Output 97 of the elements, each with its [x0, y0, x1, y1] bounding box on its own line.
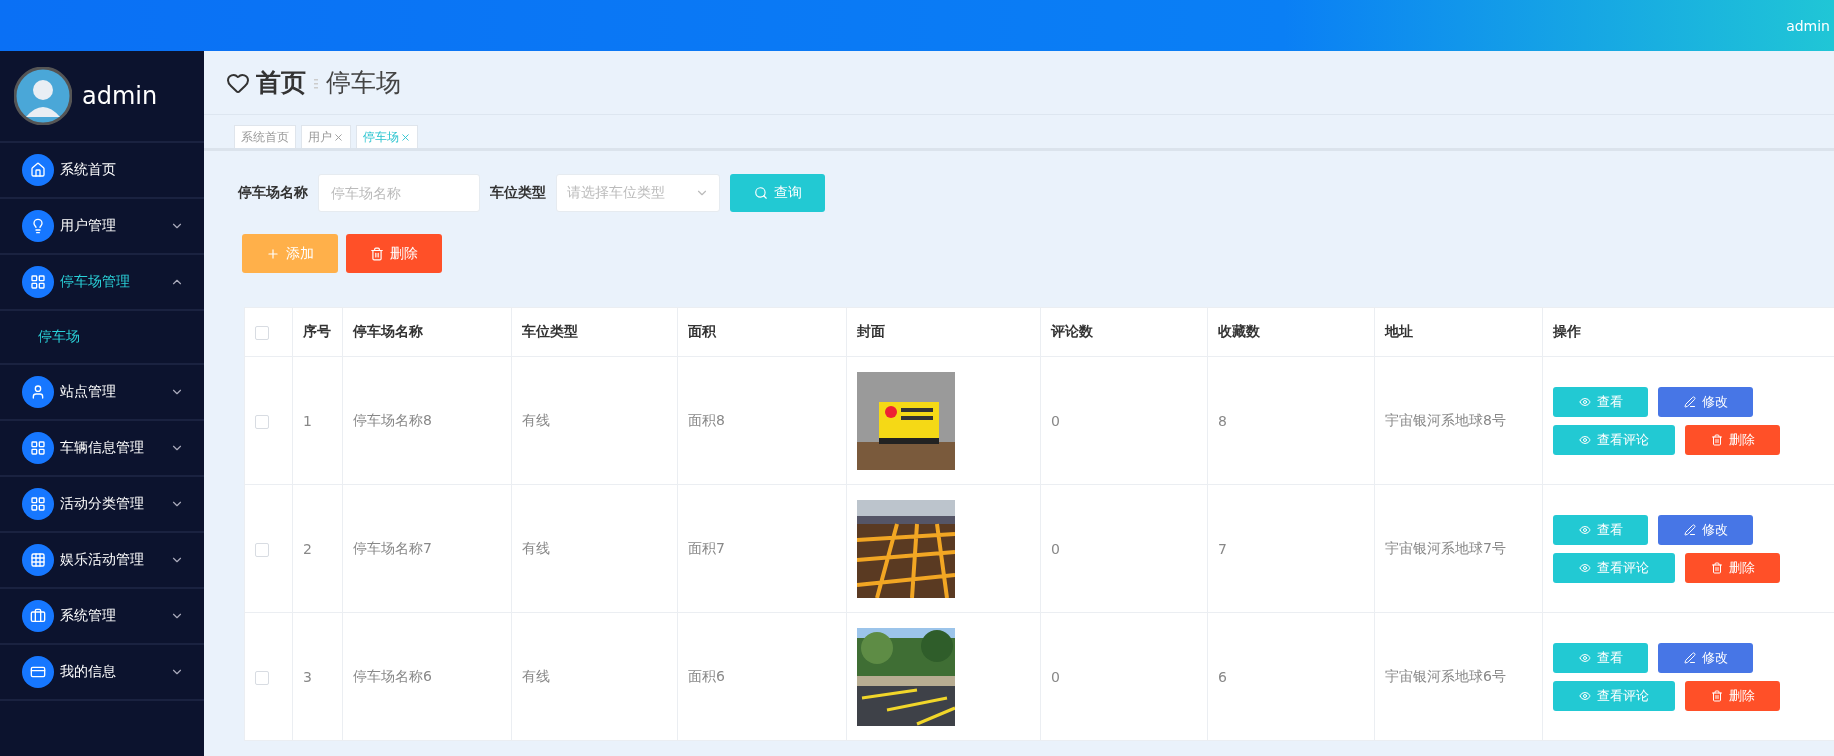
pen-icon [1683, 523, 1696, 536]
menu-icon [22, 266, 54, 298]
eye-icon [1579, 433, 1591, 446]
search-icon [753, 186, 768, 200]
view-button[interactable]: 查看 [1553, 642, 1648, 673]
column-header: 面积 [677, 307, 847, 357]
checkbox[interactable] [255, 542, 269, 557]
table-cell: 宇宙银河系地球7号 [1374, 484, 1543, 613]
menu-icon [22, 210, 54, 242]
trash-icon [1710, 689, 1723, 702]
table-cell: 0 [1040, 612, 1208, 741]
submenu-item[interactable]: 停车场 [0, 311, 204, 365]
table-cell: 宇宙银河系地球6号 [1374, 612, 1543, 741]
eye-icon [1579, 561, 1591, 574]
table-cell: 面积7 [677, 484, 847, 613]
eye-icon [1578, 523, 1591, 536]
checkbox[interactable] [255, 670, 269, 685]
edit-button[interactable]: 修改 [1658, 386, 1753, 417]
plus-icon [266, 246, 280, 261]
table-cell: 停车场名称6 [342, 612, 512, 741]
column-header: 序号 [292, 307, 343, 357]
column-header: 停车场名称 [342, 307, 512, 357]
add-button[interactable]: 添加 [242, 234, 338, 273]
comments-button[interactable]: 查看评论 [1553, 424, 1675, 455]
checkbox[interactable] [255, 326, 269, 340]
menu-item[interactable]: 站点管理 [0, 365, 204, 421]
comments-button[interactable]: 查看评论 [1553, 680, 1675, 711]
menu-icon [22, 432, 54, 464]
eye-icon [1578, 395, 1591, 408]
table-cell: 0 [1040, 356, 1208, 485]
trash-icon [1710, 561, 1723, 574]
breadcrumb-current: 停车场 [326, 67, 401, 99]
view-button[interactable]: 查看 [1553, 386, 1648, 417]
avatar [14, 67, 72, 125]
table-cell: 2 [292, 484, 343, 613]
menu-icon [22, 154, 54, 186]
menu-item[interactable]: 停车场管理 [0, 255, 204, 311]
sidebar-user-name: admin [82, 82, 158, 110]
table-cell: 宇宙银河系地球8号 [1374, 356, 1543, 485]
delete-button[interactable]: 删除 [1685, 552, 1780, 583]
pen-icon [1683, 395, 1696, 408]
menu-item[interactable]: 系统管理 [0, 589, 204, 645]
table-cell: 停车场名称8 [342, 356, 512, 485]
table-cell: 1 [292, 356, 343, 485]
field-label: 停车场名称 [238, 184, 308, 202]
menu-item[interactable]: 车辆信息管理 [0, 421, 204, 477]
close-icon[interactable] [333, 131, 344, 143]
table-cell: 6 [1207, 612, 1375, 741]
column-header: 评论数 [1040, 307, 1208, 357]
table-cell: 有线 [511, 612, 678, 741]
pen-icon [1683, 651, 1696, 664]
breadcrumb-home[interactable]: 首页 [256, 66, 306, 99]
eye-icon [1579, 689, 1591, 702]
table-cell: 3 [292, 612, 343, 741]
table-cell: 有线 [511, 484, 678, 613]
column-header: 车位类型 [511, 307, 678, 357]
menu-item[interactable]: 系统首页 [0, 143, 204, 199]
trash-icon [370, 246, 384, 261]
table-cell: 7 [1207, 484, 1375, 613]
menu-item[interactable]: 活动分类管理 [0, 477, 204, 533]
column-header: 地址 [1374, 307, 1543, 357]
delete-button[interactable]: 删除 [346, 234, 442, 273]
view-button[interactable]: 查看 [1553, 514, 1648, 545]
field-label: 车位类型 [490, 184, 546, 202]
table-cell: 有线 [511, 356, 678, 485]
tab[interactable]: 用户 [301, 125, 351, 148]
menu-icon [22, 656, 54, 688]
menu-icon [22, 600, 54, 632]
eye-icon [1578, 651, 1591, 664]
menu-icon [22, 488, 54, 520]
input-field[interactable]: 停车场名称 [318, 174, 480, 212]
select-field[interactable]: 请选择车位类型 [556, 174, 720, 212]
menu-icon [22, 376, 54, 408]
user-name[interactable]: admin [1786, 17, 1830, 34]
search-button[interactable]: 查询 [730, 174, 825, 212]
table-cell: 0 [1040, 484, 1208, 613]
comments-button[interactable]: 查看评论 [1553, 552, 1675, 583]
table-cell: 面积6 [677, 612, 847, 741]
menu-icon [22, 544, 54, 576]
tab[interactable]: 停车场 [356, 125, 418, 148]
table-cell: 停车场名称7 [342, 484, 512, 613]
tab[interactable]: 系统首页 [234, 125, 296, 148]
delete-button[interactable]: 删除 [1685, 680, 1780, 711]
trash-icon [1710, 433, 1723, 446]
menu-item[interactable]: 我的信息 [0, 645, 204, 701]
checkbox[interactable] [255, 414, 269, 429]
column-header: 封面 [846, 307, 1041, 357]
column-header: 操作 [1542, 307, 1834, 357]
edit-button[interactable]: 修改 [1658, 514, 1753, 545]
column-header: 收藏数 [1207, 307, 1375, 357]
delete-button[interactable]: 删除 [1685, 424, 1780, 455]
close-icon[interactable] [400, 131, 411, 143]
table-cell: 面积8 [677, 356, 847, 485]
table-cell: 8 [1207, 356, 1375, 485]
edit-button[interactable]: 修改 [1658, 642, 1753, 673]
menu-item[interactable]: 娱乐活动管理 [0, 533, 204, 589]
menu-item[interactable]: 用户管理 [0, 199, 204, 255]
